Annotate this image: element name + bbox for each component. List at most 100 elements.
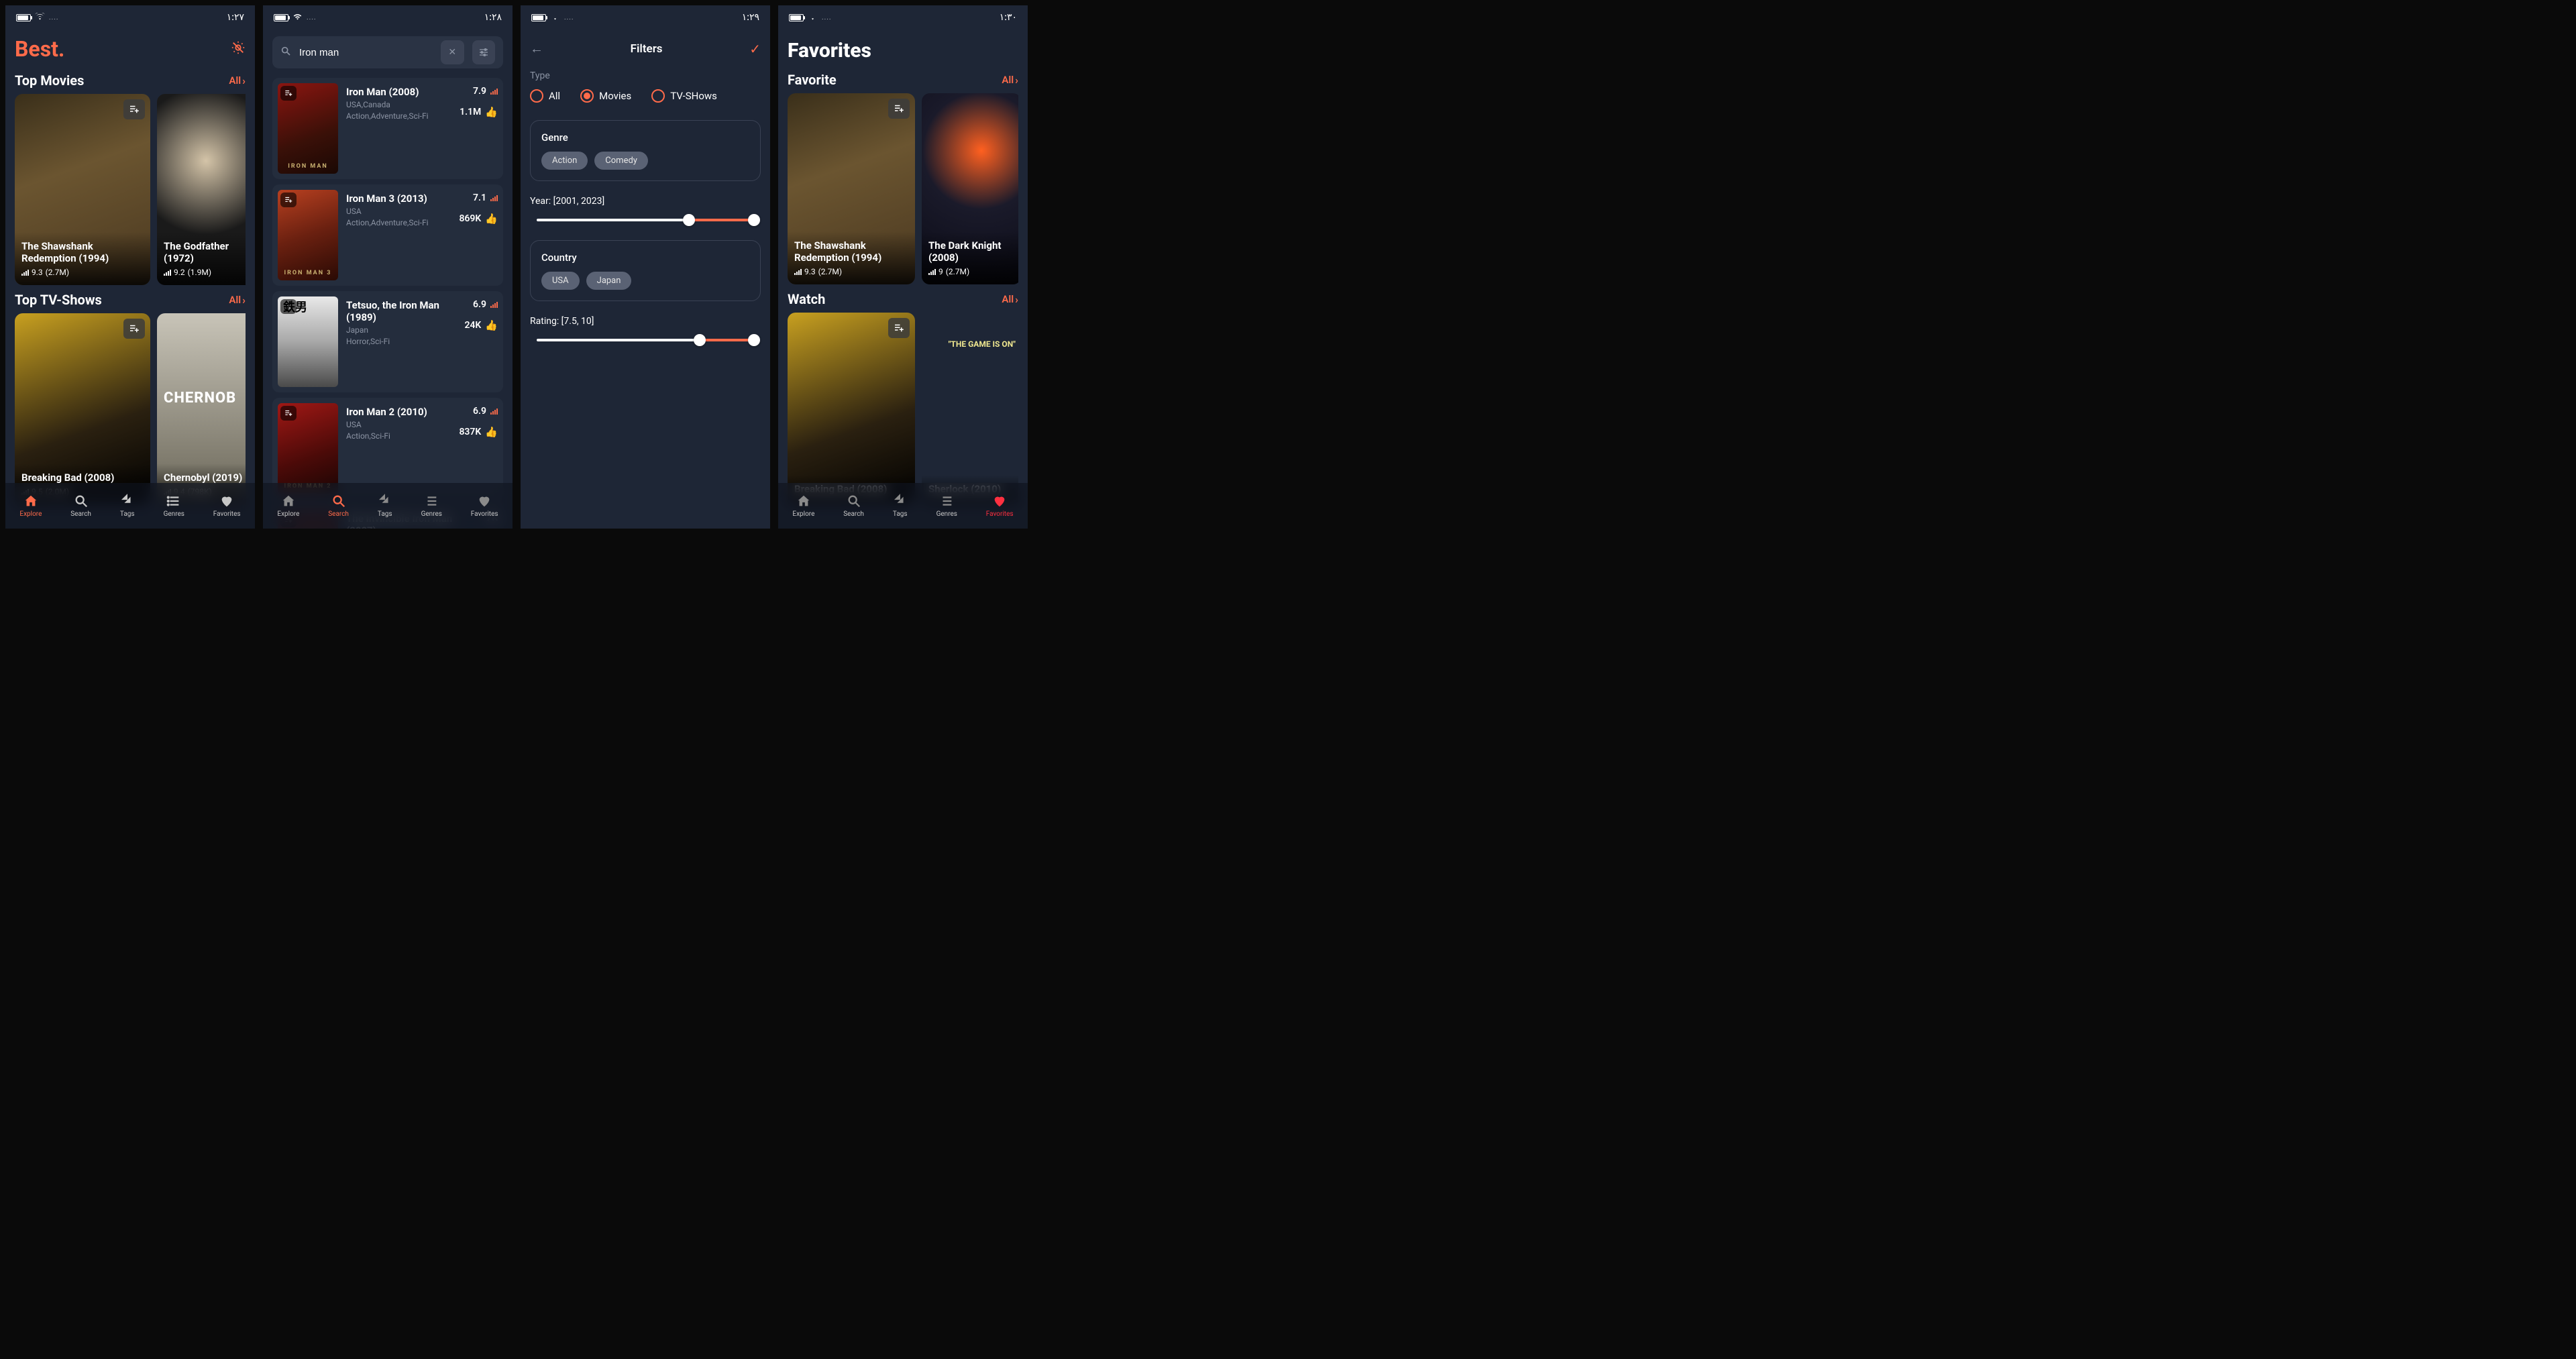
result-country: USA xyxy=(346,207,451,216)
search-result[interactable]: 鉄男 Tetsuo, the Iron Man (1989) Japan Hor… xyxy=(272,291,503,392)
movie-card[interactable]: The Shawshank Redemption (1994) 9.3(2.7M… xyxy=(788,93,915,284)
country-chip[interactable]: Japan xyxy=(586,272,632,290)
home-icon xyxy=(23,494,38,508)
tv-card[interactable]: "THE GAME IS ON" Sherlock (2010) xyxy=(922,313,1018,504)
tags-icon xyxy=(893,494,908,508)
movie-card[interactable]: The Dark Knight (2008) 9(2.7M) xyxy=(922,93,1018,284)
search-icon xyxy=(847,494,861,508)
movie-title: The Shawshank Redemption (1994) xyxy=(21,240,144,266)
search-icon xyxy=(280,46,291,59)
nav-search[interactable]: Search xyxy=(328,494,349,518)
movie-meta: 9.2 (1.9M) xyxy=(164,268,246,277)
tv-card[interactable]: Breaking Bad (2008) xyxy=(788,313,915,504)
top-tv-row[interactable]: Breaking Bad (2008) 9.5 (2.0M) CHERNOB C… xyxy=(15,313,246,504)
slider-handle-min[interactable] xyxy=(694,334,706,346)
radio-movies[interactable]: Movies xyxy=(580,89,631,103)
slider-handle-max[interactable] xyxy=(748,334,760,346)
bottom-nav: Explore Search Tags Genres Favorites xyxy=(778,483,1028,529)
result-rating: 6.9 xyxy=(473,299,498,310)
see-all-link[interactable]: All› xyxy=(1002,74,1018,87)
nav-explore[interactable]: Explore xyxy=(792,494,814,518)
slider-handle-max[interactable] xyxy=(748,214,760,226)
filter-button[interactable] xyxy=(472,40,496,64)
top-movies-row[interactable]: The Shawshank Redemption (1994) 9.3 (2.7… xyxy=(15,94,246,285)
thumb-up-icon: 👍 xyxy=(485,106,498,118)
status-bar: .... ١:٢٧ xyxy=(5,5,255,30)
page-title: Favorites xyxy=(788,30,1018,65)
country-chip[interactable]: USA xyxy=(541,272,580,290)
movie-title: The Godfather (1972) xyxy=(164,240,246,266)
nav-tags[interactable]: Tags xyxy=(893,494,908,518)
list-icon xyxy=(424,494,439,508)
add-to-list-button[interactable] xyxy=(123,319,145,339)
nav-favorites[interactable]: Favorites xyxy=(213,494,241,518)
movie-card[interactable]: The Godfather (1972) 9.2 (1.9M) xyxy=(157,94,246,285)
add-to-list-button[interactable] xyxy=(123,99,145,119)
search-input[interactable] xyxy=(299,47,433,58)
radio-all[interactable]: All xyxy=(530,89,560,103)
tv-card[interactable]: Breaking Bad (2008) 9.5 (2.0M) xyxy=(15,313,150,504)
wifi-icon xyxy=(35,13,45,23)
country-label: Country xyxy=(541,252,749,264)
watch-row[interactable]: Breaking Bad (2008) "THE GAME IS ON" She… xyxy=(788,313,1018,504)
status-bar: .... ١:٣٠ xyxy=(778,5,1028,30)
result-rating: 7.9 xyxy=(473,86,498,97)
nav-genres[interactable]: Genres xyxy=(164,494,184,518)
nav-tags[interactable]: Tags xyxy=(378,494,392,518)
rating-bars-icon xyxy=(490,301,498,308)
nav-search[interactable]: Search xyxy=(70,494,91,518)
page-title: Filters xyxy=(631,42,663,56)
movie-meta: 9.3 (2.7M) xyxy=(21,268,144,277)
add-to-list-button[interactable] xyxy=(280,86,297,101)
tv-card[interactable]: CHERNOB Chernobyl (2019) 9.4 (798K) xyxy=(157,313,246,504)
wifi-icon xyxy=(808,13,818,23)
movie-title: The Dark Knight (2008) xyxy=(928,239,1014,265)
genre-chip[interactable]: Action xyxy=(541,152,588,170)
search-result[interactable]: IRON MAN 3 Iron Man 3 (2013) USA Action,… xyxy=(272,184,503,286)
section-title: Watch xyxy=(788,291,825,307)
slider-handle-min[interactable] xyxy=(683,214,695,226)
see-all-link[interactable]: All › xyxy=(229,74,246,87)
heart-icon xyxy=(992,494,1007,508)
see-all-link[interactable]: All› xyxy=(1002,293,1018,306)
screen-search: .... ١:٢٨ ✕ IRON MAN Iron Man (2008) USA… xyxy=(263,5,513,529)
genre-box[interactable]: Genre Action Comedy xyxy=(530,120,761,181)
add-to-list-button[interactable] xyxy=(888,99,910,119)
theme-icon[interactable] xyxy=(231,40,246,58)
year-slider[interactable] xyxy=(537,219,754,221)
apply-button[interactable]: ✓ xyxy=(749,41,761,57)
list-icon xyxy=(166,494,181,508)
nav-explore[interactable]: Explore xyxy=(19,494,42,518)
section-title: Top Movies xyxy=(15,72,84,89)
chevron-right-icon: › xyxy=(1015,293,1018,306)
nav-genres[interactable]: Genres xyxy=(936,494,957,518)
back-button[interactable]: ← xyxy=(530,40,543,57)
search-result[interactable]: IRON MAN Iron Man (2008) USA,Canada Acti… xyxy=(272,78,503,179)
status-time: ١:٢٩ xyxy=(742,12,759,23)
section-header-top-tv: Top TV-Shows All › xyxy=(15,285,246,313)
status-time: ١:٢٧ xyxy=(227,12,244,23)
rating-bars-icon xyxy=(490,195,498,201)
favorite-row[interactable]: The Shawshank Redemption (1994) 9.3(2.7M… xyxy=(788,93,1018,284)
genre-chip[interactable]: Comedy xyxy=(594,152,648,170)
nav-tags[interactable]: Tags xyxy=(120,494,135,518)
add-to-list-button[interactable] xyxy=(280,193,297,207)
country-box[interactable]: Country USA Japan xyxy=(530,240,761,301)
nav-favorites[interactable]: Favorites xyxy=(986,494,1014,518)
movie-card[interactable]: The Shawshank Redemption (1994) 9.3 (2.7… xyxy=(15,94,150,285)
section-header-favorite: Favorite All› xyxy=(788,65,1018,93)
app-title: Best. xyxy=(15,30,246,66)
add-to-list-button[interactable] xyxy=(888,318,910,338)
radio-tv[interactable]: TV-SHows xyxy=(651,89,717,103)
see-all-link[interactable]: All › xyxy=(229,294,246,307)
nav-search[interactable]: Search xyxy=(843,494,864,518)
nav-explore[interactable]: Explore xyxy=(277,494,299,518)
rating-label: Rating: [7.5, 10] xyxy=(530,316,761,327)
rating-slider[interactable] xyxy=(537,339,754,341)
status-time: ١:٣٠ xyxy=(1000,12,1017,23)
nav-favorites[interactable]: Favorites xyxy=(471,494,498,518)
add-to-list-button[interactable] xyxy=(280,406,297,421)
nav-genres[interactable]: Genres xyxy=(421,494,442,518)
result-title: Iron Man 3 (2013) xyxy=(346,193,451,205)
clear-button[interactable]: ✕ xyxy=(441,40,464,64)
